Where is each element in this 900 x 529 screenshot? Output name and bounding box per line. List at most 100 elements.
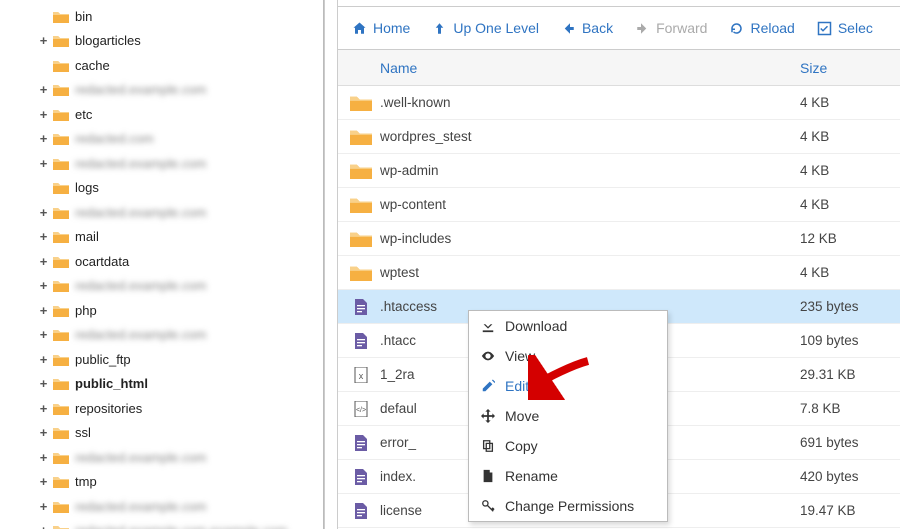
pane-splitter[interactable] bbox=[324, 0, 338, 529]
back-button[interactable]: Back bbox=[561, 20, 613, 36]
file-row[interactable]: wptest4 KB bbox=[338, 256, 900, 290]
tree-item-label: blogarticles bbox=[75, 33, 141, 48]
tree-item-label: tmp bbox=[75, 474, 97, 489]
ctx-copy-label: Copy bbox=[505, 438, 538, 454]
expand-icon[interactable]: + bbox=[38, 401, 49, 416]
tree-item[interactable]: +redacted.example.com bbox=[0, 200, 323, 225]
expand-icon[interactable]: + bbox=[38, 352, 49, 367]
tree-item[interactable]: + etc bbox=[0, 102, 323, 127]
expand-icon[interactable]: + bbox=[38, 278, 49, 293]
ctx-edit[interactable]: Edit bbox=[469, 371, 667, 401]
file-row[interactable]: wp-content4 KB bbox=[338, 188, 900, 222]
ctx-view[interactable]: View bbox=[469, 341, 667, 371]
tree-item-label: public_ftp bbox=[75, 352, 131, 367]
folder-icon bbox=[53, 426, 69, 439]
folder-icon bbox=[53, 500, 69, 513]
file-name: wp-admin bbox=[372, 163, 800, 178]
tree-item[interactable]: +php bbox=[0, 298, 323, 323]
expand-icon[interactable]: + bbox=[38, 303, 49, 318]
back-label: Back bbox=[582, 20, 613, 36]
expand-icon[interactable]: + bbox=[38, 499, 49, 514]
expand-icon[interactable]: + bbox=[38, 376, 49, 391]
tree-item[interactable]: +public_html bbox=[0, 372, 323, 397]
expand-icon[interactable]: + bbox=[38, 156, 49, 171]
column-name[interactable]: Name bbox=[338, 60, 800, 76]
ctx-download[interactable]: Download bbox=[469, 311, 667, 341]
forward-label: Forward bbox=[656, 20, 707, 36]
toolbar: Home Up One Level Back Forward Reload Se… bbox=[338, 6, 900, 50]
tree-item-label: etc bbox=[75, 107, 92, 122]
expand-icon[interactable]: + bbox=[38, 523, 49, 529]
file-name: .well-known bbox=[372, 95, 800, 110]
tree-item[interactable]: +redacted.example.com bbox=[0, 445, 323, 470]
tree-item[interactable]: + repositories bbox=[0, 396, 323, 421]
expand-icon[interactable]: + bbox=[38, 425, 49, 440]
expand-icon[interactable]: + bbox=[38, 254, 49, 269]
file-name: wp-includes bbox=[372, 231, 800, 246]
tree-item[interactable]: + tmp bbox=[0, 470, 323, 495]
expand-icon[interactable]: + bbox=[38, 107, 49, 122]
tree-item[interactable]: +redacted.example.com bbox=[0, 323, 323, 348]
tree-item[interactable]: +redacted.example.com bbox=[0, 78, 323, 103]
folder-icon bbox=[350, 162, 372, 180]
select-all-button[interactable]: Selec bbox=[817, 20, 873, 36]
tree-item[interactable]: +redacted.example.com bbox=[0, 494, 323, 519]
folder-icon bbox=[53, 108, 69, 121]
tree-item-label: redacted.com bbox=[75, 131, 154, 146]
expand-icon[interactable]: + bbox=[38, 82, 49, 97]
tree-item-label: redacted.example.com bbox=[75, 278, 207, 293]
forward-button[interactable]: Forward bbox=[635, 20, 707, 36]
tree-item[interactable]: + ssl bbox=[0, 421, 323, 446]
file-name: wordpres_stest bbox=[372, 129, 800, 144]
folder-icon bbox=[53, 181, 69, 194]
file-size: 4 KB bbox=[800, 197, 900, 212]
home-button[interactable]: Home bbox=[352, 20, 410, 36]
tree-item-label: ssl bbox=[75, 425, 91, 440]
tree-item[interactable]: +bin bbox=[0, 4, 323, 29]
context-menu: Download View Edit Move Copy Rename Chan… bbox=[468, 310, 668, 522]
tree-item-label: repositories bbox=[75, 401, 142, 416]
expand-icon[interactable]: + bbox=[38, 33, 49, 48]
ctx-copy[interactable]: Copy bbox=[469, 431, 667, 461]
folder-icon bbox=[53, 10, 69, 23]
tree-item[interactable]: + redacted.com bbox=[0, 127, 323, 152]
expand-icon[interactable]: + bbox=[38, 450, 49, 465]
folder-icon bbox=[53, 230, 69, 243]
tree-item[interactable]: + blogarticles bbox=[0, 29, 323, 54]
ctx-move[interactable]: Move bbox=[469, 401, 667, 431]
file-row[interactable]: wordpres_stest4 KB bbox=[338, 120, 900, 154]
tree-item[interactable]: + redacted.example.com bbox=[0, 274, 323, 299]
tree-item-label: redacted.example.com bbox=[75, 156, 207, 171]
file-size: 4 KB bbox=[800, 95, 900, 110]
file-icon bbox=[350, 435, 372, 451]
column-size[interactable]: Size bbox=[800, 60, 900, 76]
expand-icon[interactable]: + bbox=[38, 474, 49, 489]
tree-item[interactable]: +redacted.example.com.example.com bbox=[0, 519, 323, 529]
tree-item[interactable]: +ocartdata bbox=[0, 249, 323, 274]
tree-item-label: logs bbox=[75, 180, 99, 195]
ctx-rename[interactable]: Rename bbox=[469, 461, 667, 491]
tree-item-label: bin bbox=[75, 9, 92, 24]
file-icon bbox=[350, 299, 372, 315]
file-row[interactable]: .well-known4 KB bbox=[338, 86, 900, 120]
tree-item[interactable]: + public_ftp bbox=[0, 347, 323, 372]
expand-icon[interactable]: + bbox=[38, 131, 49, 146]
expand-icon[interactable]: + bbox=[38, 229, 49, 244]
tree-item[interactable]: +cache bbox=[0, 53, 323, 78]
up-one-level-button[interactable]: Up One Level bbox=[432, 20, 539, 36]
reload-button[interactable]: Reload bbox=[729, 20, 794, 36]
file-row[interactable]: wp-includes12 KB bbox=[338, 222, 900, 256]
reload-label: Reload bbox=[750, 20, 794, 36]
tree-item[interactable]: + mail bbox=[0, 225, 323, 250]
check-square-icon bbox=[817, 21, 832, 36]
expand-icon[interactable]: + bbox=[38, 205, 49, 220]
tree-item-label: mail bbox=[75, 229, 99, 244]
ctx-permissions[interactable]: Change Permissions bbox=[469, 491, 667, 521]
tree-item[interactable]: + redacted.example.com bbox=[0, 151, 323, 176]
expand-icon[interactable]: + bbox=[38, 327, 49, 342]
tree-item[interactable]: +logs bbox=[0, 176, 323, 201]
file-size: 12 KB bbox=[800, 231, 900, 246]
file-icon: x bbox=[350, 367, 372, 383]
folder-tree: +bin+blogarticles+cache+redacted.example… bbox=[0, 0, 324, 529]
file-row[interactable]: wp-admin4 KB bbox=[338, 154, 900, 188]
